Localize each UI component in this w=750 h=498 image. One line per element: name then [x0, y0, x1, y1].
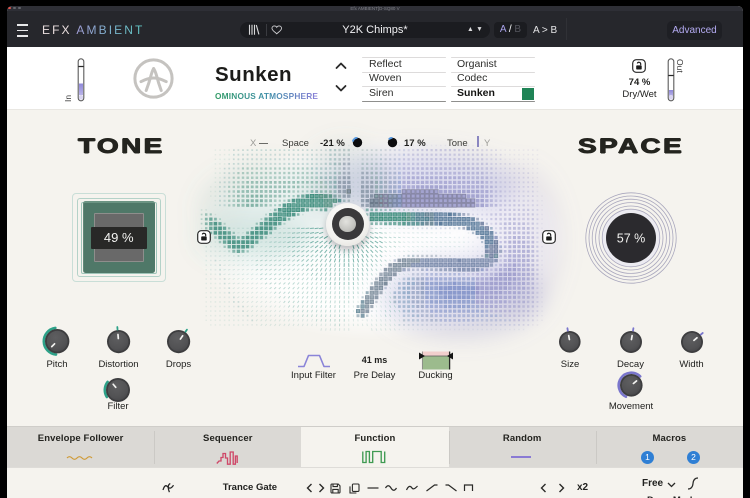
svg-text:57 %: 57 % — [617, 232, 646, 246]
